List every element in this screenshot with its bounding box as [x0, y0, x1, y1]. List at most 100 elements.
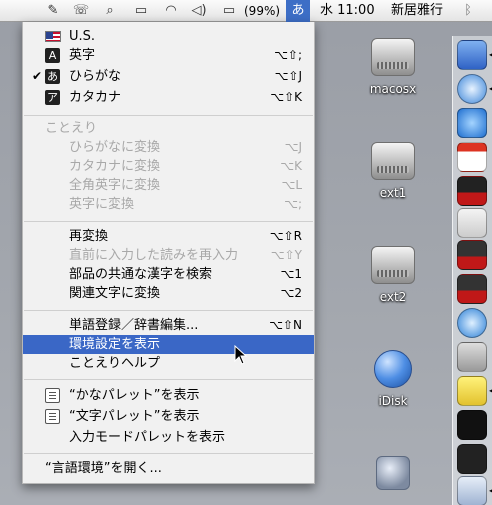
quicktime-icon[interactable] [457, 308, 487, 338]
menu-bar: ✎ ☏ ⌕ ▭ ◠ ◁) ▭ (99%) あ 水 11:00 新居雅行 ᛒ [0, 0, 492, 22]
menu-item-label: ひらがな [69, 69, 122, 84]
bluetooth-icon[interactable]: ᛒ [460, 0, 476, 22]
shortcut-label: ⌥; [284, 197, 302, 211]
battery-percent[interactable]: (99%) [244, 0, 280, 22]
desktop-drive-macosx[interactable]: macosx [353, 38, 433, 96]
wifi-icon[interactable]: ◠ [160, 0, 182, 22]
menu-item-word-registration[interactable]: 単語登録／辞書編集... ⌥⇧N [23, 316, 314, 335]
input-menu-button[interactable]: あ [286, 0, 310, 22]
idisk-globe-icon [374, 350, 412, 388]
display-icon[interactable]: ▭ [130, 0, 152, 22]
ome-app-icon[interactable] [457, 176, 487, 206]
dock: ◀ ◀ ◀ ◀ [452, 36, 492, 505]
ical-icon[interactable] [457, 142, 487, 172]
menu-item-us[interactable]: U.S. [23, 27, 314, 46]
menu-item-convert-fullwidth[interactable]: 全角英字に変換 ⌥L [23, 176, 314, 195]
ome-app-icon[interactable] [457, 274, 487, 304]
menu-item-katakana[interactable]: ア カタカナ ⌥⇧K [23, 88, 314, 107]
desktop-idisk[interactable]: iDisk [353, 350, 433, 408]
menu-separator [24, 115, 313, 116]
finder-icon[interactable] [457, 40, 487, 70]
shortcut-label: ⌥⇧K [270, 90, 302, 104]
binoculars-icon[interactable]: ⌕ [100, 0, 120, 22]
desktop-icon-label: ext1 [379, 186, 407, 200]
desktop-drive-ext1[interactable]: ext1 [353, 142, 433, 200]
menu-item-label: 英字に変換 [69, 197, 135, 212]
menu-item-label: ひらがなに変換 [69, 140, 161, 155]
menu-item-convert-eiji[interactable]: 英字に変換 ⌥; [23, 195, 314, 214]
palette-icon [45, 388, 60, 403]
hard-drive-icon [371, 142, 415, 180]
menu-item-label: カタカナ [69, 90, 122, 105]
menu-item-label: 入力モードパレットを表示 [69, 430, 226, 445]
menu-separator [24, 310, 313, 311]
shortcut-label: ⌥K [280, 159, 302, 173]
menu-header-label: ことえり [45, 121, 98, 136]
menu-item-eiji[interactable]: A 英字 ⌥⇧; [23, 46, 314, 65]
phone-icon[interactable]: ☏ [72, 0, 90, 22]
shortcut-label: ⌥⇧J [274, 69, 302, 83]
menubar-user[interactable]: 新居雅行 [391, 0, 443, 22]
network-icon [376, 456, 410, 490]
menu-item-input-mode-palette[interactable]: 入力モードパレットを表示 [23, 428, 314, 447]
desktop-icon-label: ext2 [379, 290, 407, 304]
menu-item-open-international[interactable]: “言語環境”を開く... [23, 459, 314, 478]
menu-item-label: 全角英字に変換 [69, 178, 161, 193]
menu-item-label: “かなパレット”を表示 [69, 388, 200, 403]
menu-item-label: 関連文字に変換 [69, 286, 161, 301]
shortcut-label: ⌥⇧Y [270, 248, 302, 262]
shortcut-label: ⌥2 [280, 286, 302, 300]
menu-item-label: ことえりヘルプ [69, 356, 161, 371]
us-flag-icon [45, 31, 61, 42]
menu-separator [24, 453, 313, 454]
shortcut-label: ⌥⇧R [269, 229, 302, 243]
shortcut-label: ⌥L [281, 178, 302, 192]
menu-item-label: 直前に入力した読みを再入力 [69, 248, 239, 263]
desktop-icon-label: macosx [369, 82, 417, 96]
menu-item-related-characters[interactable]: 関連文字に変換 ⌥2 [23, 284, 314, 303]
menu-item-convert-katakana[interactable]: カタカナに変換 ⌥K [23, 157, 314, 176]
mouse-cursor-icon [234, 345, 248, 365]
palette-icon [45, 409, 60, 424]
desktop-drive-ext2[interactable]: ext2 [353, 246, 433, 304]
menu-item-search-kanji-parts[interactable]: 部品の共通な漢字を検索 ⌥1 [23, 265, 314, 284]
checkmark-icon: ✔ [32, 69, 43, 83]
document-icon[interactable] [457, 208, 487, 238]
menu-item-hiragana[interactable]: ✔ あ ひらがな ⌥⇧J [23, 67, 314, 86]
menu-item-label: カタカナに変換 [69, 159, 161, 174]
input-menu: U.S. A 英字 ⌥⇧; ✔ あ ひらがな ⌥⇧J ア カタカナ ⌥⇧K こと… [22, 22, 315, 484]
menu-item-label: 環境設定を表示 [69, 337, 161, 352]
volume-icon[interactable]: ◁) [188, 0, 210, 22]
safari-icon[interactable] [457, 74, 487, 104]
hard-drive-icon [371, 246, 415, 284]
shortcut-label: ⌥J [284, 140, 302, 154]
menu-separator [24, 379, 313, 380]
menu-item-label: “言語環境”を開く... [45, 461, 162, 476]
pencil-edit-icon[interactable]: ✎ [44, 0, 62, 22]
battery-icon[interactable]: ▭ [216, 0, 242, 22]
menu-item-character-palette[interactable]: “文字パレット”を表示 [23, 407, 314, 426]
ome-app-icon[interactable] [457, 240, 487, 270]
system-preferences-icon[interactable] [457, 342, 487, 372]
menu-item-label: 部品の共通な漢字を検索 [69, 267, 213, 282]
desktop-network-icon[interactable] [353, 456, 433, 490]
menubar-clock[interactable]: 水 11:00 [320, 0, 375, 22]
menu-item-label: 再変換 [69, 229, 109, 244]
menu-item-kotoeri-help[interactable]: ことえりヘルプ [23, 354, 314, 373]
menu-item-label: 英字 [69, 48, 96, 63]
menu-item-reconvert[interactable]: 再変換 ⌥⇧R [23, 227, 314, 246]
menu-item-show-preferences[interactable]: 環境設定を表示 [23, 335, 314, 354]
ichat-icon[interactable] [457, 108, 487, 138]
console-icon[interactable] [457, 444, 487, 474]
document-j-icon[interactable] [457, 476, 487, 505]
terminal-icon[interactable] [457, 410, 487, 440]
menu-item-kana-palette[interactable]: “かなパレット”を表示 [23, 386, 314, 405]
menu-header-kotoeri: ことえり [23, 119, 314, 138]
menu-item-convert-hiragana[interactable]: ひらがなに変換 ⌥J [23, 138, 314, 157]
katakana-a-icon: ア [45, 90, 60, 105]
shortcut-label: ⌥⇧; [274, 48, 302, 62]
stickies-icon[interactable] [457, 376, 487, 406]
menu-item-reinput-reading[interactable]: 直前に入力した読みを再入力 ⌥⇧Y [23, 246, 314, 265]
desktop-icon-label: iDisk [378, 394, 408, 408]
shortcut-label: ⌥1 [280, 267, 302, 281]
